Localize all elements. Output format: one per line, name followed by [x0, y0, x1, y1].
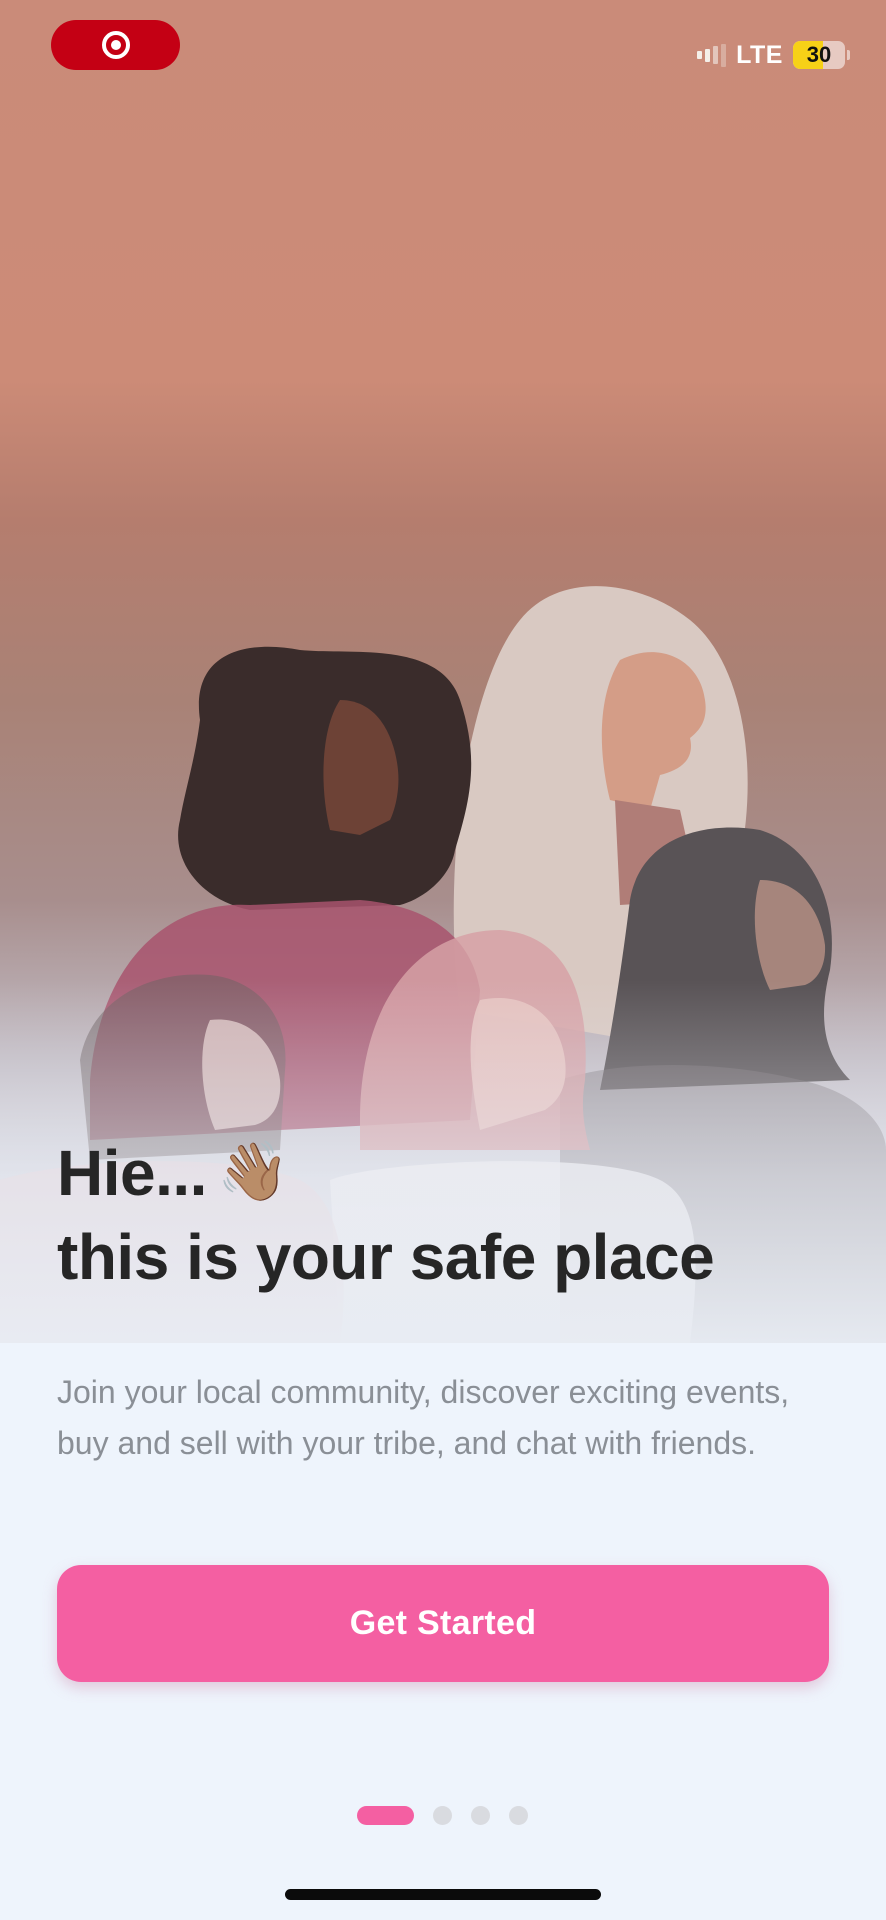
network-type-label: LTE	[736, 40, 783, 69]
status-indicators: LTE 30	[697, 38, 850, 72]
page-dot-2[interactable]	[433, 1806, 452, 1825]
waving-hand-icon: 👋🏽	[216, 1139, 289, 1204]
page-dot-1-active[interactable]	[357, 1806, 414, 1825]
page-indicator	[357, 1806, 528, 1825]
get-started-button[interactable]: Get Started	[57, 1565, 829, 1682]
cellular-signal-icon	[697, 43, 727, 67]
onboarding-description: Join your local community, discover exci…	[57, 1374, 790, 1461]
home-indicator[interactable]	[285, 1889, 601, 1900]
battery-level: 30	[806, 42, 832, 67]
headline-greeting: Hie...	[57, 1137, 207, 1209]
onboarding-headline: Hie... 👋🏽 this is your safe place	[57, 1130, 857, 1299]
headline-line-2: this is your safe place	[57, 1221, 715, 1293]
page-dot-3[interactable]	[471, 1806, 490, 1825]
headline-line-1: Hie... 👋🏽	[57, 1130, 857, 1215]
screen-record-indicator[interactable]	[51, 20, 180, 70]
status-bar: LTE 30	[0, 0, 886, 100]
screen-record-icon	[101, 31, 130, 59]
battery-cap	[847, 50, 850, 60]
battery-icon: 30	[793, 41, 845, 69]
page-dot-4[interactable]	[509, 1806, 528, 1825]
